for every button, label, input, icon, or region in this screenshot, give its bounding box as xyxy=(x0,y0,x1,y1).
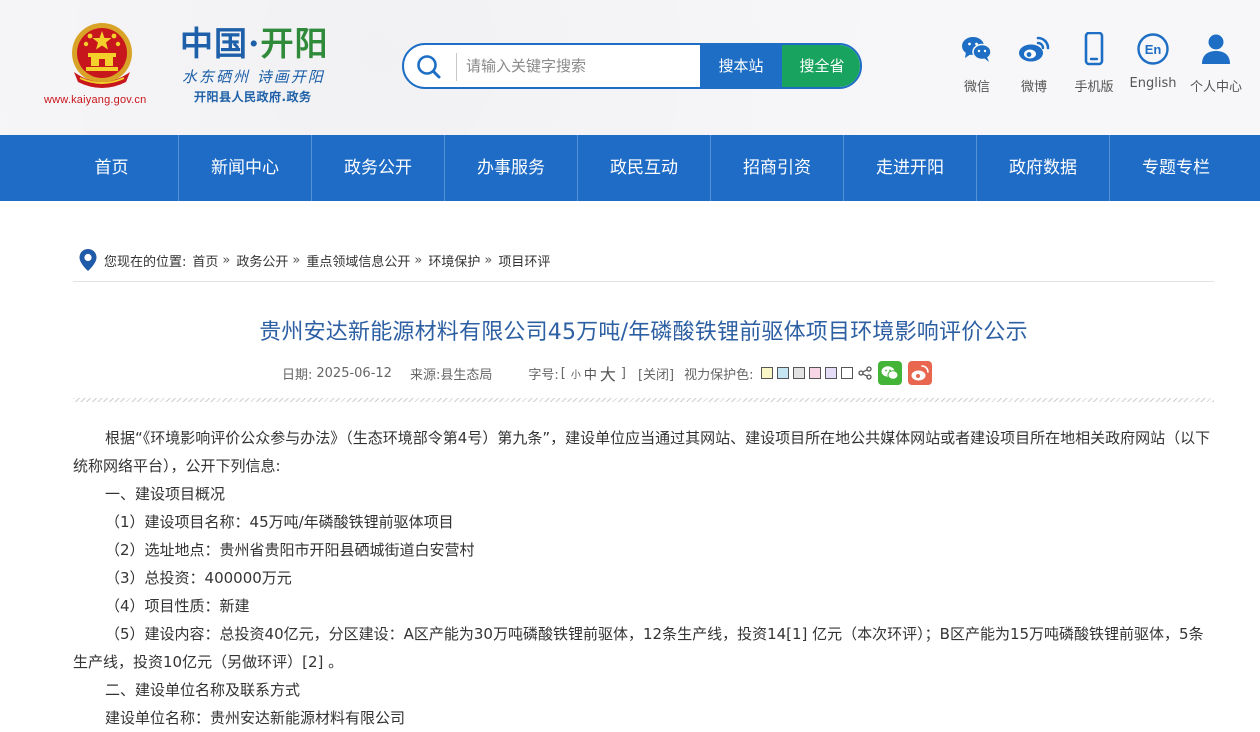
tool-label: English xyxy=(1129,76,1177,91)
tool-wechat[interactable]: 微信 xyxy=(946,32,1008,95)
share-icon[interactable] xyxy=(858,366,873,380)
header-tools: 微信 微博 手机版 En English 个人中心 xyxy=(946,32,1246,102)
font-size-bracket-close: ] xyxy=(620,365,626,381)
brand-kaiyang: 开阳 xyxy=(260,24,329,63)
site-logo-title[interactable]: 中国·开阳 xyxy=(180,24,329,64)
site-url[interactable]: www.kaiyang.gov.cn xyxy=(44,94,146,106)
tool-label: 个人中心 xyxy=(1189,80,1242,95)
search-divider xyxy=(456,53,457,81)
article-paragraph: 根据“《环境影响评价公众参与办法》（生态环境部令第4号）第九条”，建设单位应当通… xyxy=(73,429,1211,475)
eye-care-swatch-gray[interactable] xyxy=(793,367,806,379)
article-title: 贵州安达新能源材料有限公司45万吨/年磷酸铁锂前驱体项目环境影响评价公示 xyxy=(259,320,1028,345)
svg-text:En: En xyxy=(1145,42,1162,57)
tool-label: 微信 xyxy=(963,80,990,95)
nav-item-services[interactable]: 办事服务 xyxy=(445,135,577,201)
search-site-button[interactable]: 搜本站 xyxy=(700,45,782,87)
nav-item-gov-affairs[interactable]: 政务公开 xyxy=(312,135,444,201)
font-size-large-button[interactable]: 大 xyxy=(600,361,616,385)
eye-care-swatch-pink[interactable] xyxy=(809,367,822,379)
mobile-icon xyxy=(1084,32,1104,66)
article-paragraph: （5）建设内容：总投资40亿元，分区建设：A区产能为30万吨磷酸铁锂前驱体，12… xyxy=(73,625,1204,671)
article-paragraph: （3）总投资：400000万元 xyxy=(105,569,292,587)
breadcrumb-separator: » xyxy=(222,252,231,268)
brand-china: 中国· xyxy=(180,24,261,63)
article-body: 根据“《环境影响评价公众参与办法》（生态环境部令第4号）第九条”，建设单位应当通… xyxy=(73,424,1214,732)
brand-slogan: 水东硒州 诗画开阳 xyxy=(182,68,325,86)
location-pin-icon xyxy=(79,249,97,271)
main-nav: 首页 新闻中心 政务公开 办事服务 政民互动 招商引资 走进开阳 政府数据 专题… xyxy=(0,135,1260,201)
wechat-share-icon[interactable] xyxy=(878,361,903,385)
font-size-label: 字号: xyxy=(528,367,559,383)
tool-mobile[interactable]: 手机版 xyxy=(1063,32,1125,95)
breadcrumb: 您现在的位置: 首页 » 政务公开 » 重点领域信息公开 » 环境保护 » 项目… xyxy=(78,248,550,272)
font-size-medium-button[interactable]: 中 xyxy=(584,364,597,383)
font-size-bracket-open: [ xyxy=(560,365,566,381)
article-source: 县生态局 xyxy=(440,367,493,383)
tool-english[interactable]: En English xyxy=(1122,32,1184,91)
tool-label: 手机版 xyxy=(1074,80,1114,95)
tool-user-center[interactable]: 个人中心 xyxy=(1185,32,1247,95)
article-paragraph: 建设单位名称：贵州安达新能源材料有限公司 xyxy=(105,709,406,727)
english-icon: En xyxy=(1137,33,1169,65)
nav-item-interaction[interactable]: 政民互动 xyxy=(578,135,710,201)
eye-care-swatch-blue[interactable] xyxy=(777,367,790,379)
font-size-small-button[interactable]: 小 xyxy=(571,366,581,381)
article-divider xyxy=(73,398,1214,402)
site-header: www.kaiyang.gov.cn 中国·开阳 水东硒州 诗画开阳 开阳县人民… xyxy=(0,0,1260,135)
article-paragraph: （4）项目性质：新建 xyxy=(105,597,250,615)
search-icon[interactable] xyxy=(416,54,442,80)
search-bar: 搜本站 搜全省 xyxy=(402,43,862,89)
eye-care-swatch-purple[interactable] xyxy=(825,367,838,379)
national-emblem-icon xyxy=(72,23,132,88)
breadcrumb-separator: » xyxy=(414,252,423,268)
tool-label: 微博 xyxy=(1020,80,1047,95)
breadcrumb-separator: » xyxy=(292,252,301,268)
breadcrumb-item-key-areas[interactable]: 重点领域信息公开 xyxy=(306,251,410,270)
date-label: 日期: xyxy=(282,367,313,383)
user-icon xyxy=(1202,34,1230,64)
article-paragraph: 一、建设项目概况 xyxy=(105,485,226,503)
tool-weibo[interactable]: 微博 xyxy=(1003,32,1065,95)
search-input[interactable] xyxy=(466,45,696,87)
source-label: 来源: xyxy=(409,367,441,383)
article-paragraph: 二、建设单位名称及联系方式 xyxy=(105,681,301,699)
eye-care-swatch-white[interactable] xyxy=(841,367,854,379)
nav-item-investment[interactable]: 招商引资 xyxy=(711,135,843,201)
article-meta: 日期: 2025-06-12 来源: 县生态局 字号: [ 小 中 大 ] [关… xyxy=(282,360,933,386)
nav-item-topics[interactable]: 专题专栏 xyxy=(1110,135,1242,201)
breadcrumb-divider xyxy=(73,281,1214,282)
close-page-button[interactable]: [关闭] xyxy=(638,364,674,383)
breadcrumb-item-gov-affairs[interactable]: 政务公开 xyxy=(236,251,288,270)
article-paragraph: （1）建设项目名称：45万吨/年磷酸铁锂前驱体项目 xyxy=(105,513,454,531)
nav-item-data[interactable]: 政府数据 xyxy=(977,135,1109,201)
wechat-icon xyxy=(962,37,992,62)
breadcrumb-prefix: 您现在的位置: xyxy=(104,254,187,270)
nav-item-about[interactable]: 走进开阳 xyxy=(844,135,976,201)
breadcrumb-item-environment[interactable]: 环境保护 xyxy=(428,251,480,270)
eye-care-label: 视力保护色: xyxy=(684,367,754,383)
article-paragraph: （2）选址地点：贵州省贵阳市开阳县硒城街道白安营村 xyxy=(105,541,475,559)
nav-item-news[interactable]: 新闻中心 xyxy=(179,135,311,201)
weibo-icon xyxy=(1019,36,1050,62)
breadcrumb-separator: » xyxy=(484,252,493,268)
nav-item-home[interactable]: 首页 xyxy=(45,135,178,201)
article-date: 2025-06-12 xyxy=(316,365,392,381)
breadcrumb-item-eia[interactable]: 项目环评 xyxy=(498,251,550,270)
breadcrumb-item-home[interactable]: 首页 xyxy=(192,251,218,270)
brand-subtitle: 开阳县人民政府.政务 xyxy=(194,90,312,104)
weibo-share-icon[interactable] xyxy=(908,361,933,385)
eye-care-swatch-yellow[interactable] xyxy=(761,367,774,379)
search-province-button[interactable]: 搜全省 xyxy=(782,45,860,87)
